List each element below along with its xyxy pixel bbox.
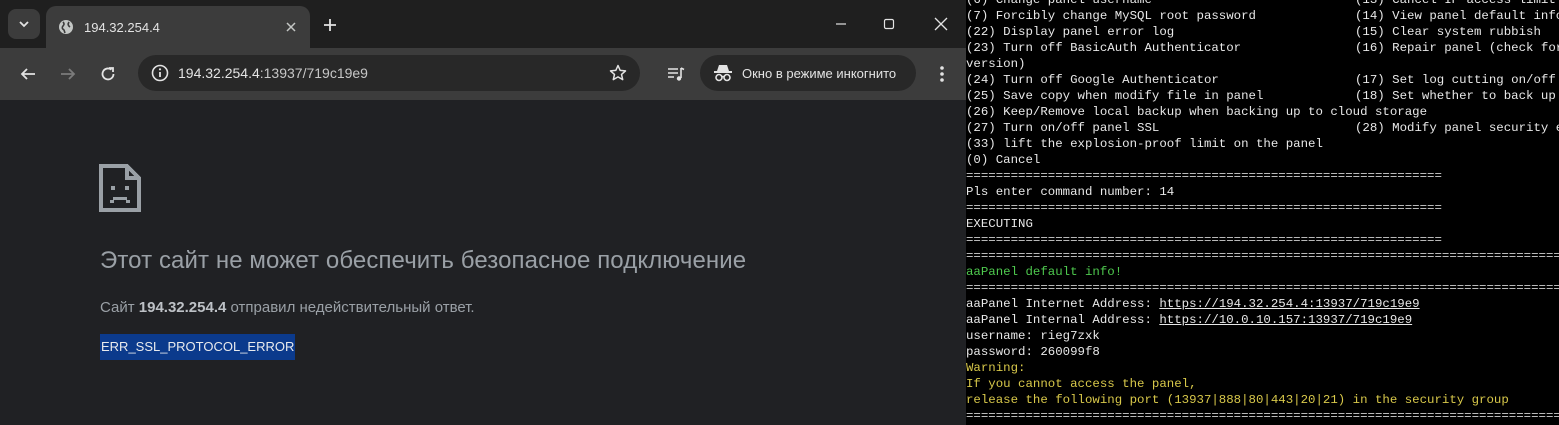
address-url: 194.32.254.4:13937/719c19e9 bbox=[178, 65, 640, 81]
address-bar[interactable]: 194.32.254.4:13937/719c19e9 bbox=[138, 55, 640, 91]
error-desc-prefix: Сайт bbox=[100, 299, 139, 316]
terminal-menu-row: (33) lift the explosion-proof limit on t… bbox=[966, 136, 1323, 152]
forward-button[interactable] bbox=[52, 58, 84, 90]
menu-option-left: (24) Turn off Google Authenticator bbox=[966, 73, 1219, 87]
menu-option-left: (6) Change panel username bbox=[966, 0, 1152, 7]
terminal-internal-address: aaPanel Internal Address: https://10.0.1… bbox=[966, 312, 1412, 328]
tab-close-icon[interactable] bbox=[282, 18, 300, 36]
browser-menu-button[interactable] bbox=[926, 58, 958, 90]
menu-option-right: (14) View panel default info bbox=[1355, 9, 1559, 23]
menu-option-right: (16) Repair panel (check for errors and … bbox=[1355, 41, 1559, 55]
terminal-menu-row: (24) Turn off Google Authenticator (17) S… bbox=[966, 72, 1556, 88]
broken-page-icon bbox=[99, 164, 143, 214]
star-icon[interactable] bbox=[606, 61, 630, 85]
terminal-separator: ========================================… bbox=[966, 409, 1559, 423]
tab-active[interactable]: 194.32.254.4 bbox=[46, 6, 310, 48]
terminal-username: username: rieg7zxk bbox=[966, 329, 1100, 343]
tab-search-button[interactable] bbox=[8, 9, 40, 39]
site-info-icon[interactable] bbox=[148, 61, 172, 85]
terminal-warning: Warning: bbox=[966, 361, 1026, 375]
terminal-warning-line-2: release the following port (13937|888|80… bbox=[966, 393, 1509, 407]
incognito-label: Окно в режиме инкогнито bbox=[742, 65, 897, 81]
terminal-internet-address: aaPanel Internet Address: https://194.32… bbox=[966, 296, 1420, 312]
incognito-icon bbox=[712, 62, 734, 84]
tab-strip: 194.32.254.4 bbox=[0, 0, 968, 48]
minimize-icon bbox=[836, 23, 846, 25]
chevron-down-icon bbox=[19, 21, 29, 28]
terminal-separator: ========================================… bbox=[966, 249, 1559, 263]
menu-option-left: (7) Forcibly change MySQL root password bbox=[966, 9, 1256, 23]
internet-address-label: aaPanel Internet Address: bbox=[966, 297, 1160, 311]
terminal-menu-row: (7) Forcibly change MySQL root password (… bbox=[966, 8, 1559, 24]
menu-option-right: (17) Set log cutting on/off compression bbox=[1355, 73, 1556, 87]
terminal-menu-row: version) bbox=[966, 56, 1026, 72]
incognito-indicator[interactable]: Окно в режиме инкогнито bbox=[700, 55, 916, 91]
close-window-button[interactable] bbox=[918, 8, 964, 40]
maximize-icon bbox=[883, 18, 895, 30]
internet-address-link[interactable]: https://194.32.254.4:13937/719c19e9 bbox=[1159, 297, 1419, 311]
terminal-menu-row: (25) Save copy when modify file in panel… bbox=[966, 88, 1556, 104]
media-controls-button[interactable] bbox=[660, 58, 692, 90]
arrow-right-icon bbox=[61, 68, 76, 80]
terminal-menu-row: (22) Display panel error log (15) Clear s… bbox=[966, 24, 1541, 40]
internal-address-link[interactable]: https://10.0.10.157:13937/719c19e9 bbox=[1159, 313, 1412, 327]
terminal-default-info: aaPanel default info! bbox=[966, 265, 1123, 279]
menu-option-right: (18) Set whether to back up the panel au… bbox=[1355, 89, 1556, 103]
menu-option-left: (25) Save copy when modify file in panel bbox=[966, 89, 1264, 103]
terminal-window[interactable]: (6) Change panel username (13) Cancel IP … bbox=[966, 0, 1559, 425]
kebab-menu-icon bbox=[940, 66, 944, 82]
menu-option-left: (27) Turn on/off panel SSL bbox=[966, 121, 1160, 135]
error-description: Сайт 194.32.254.4 отправил недействитель… bbox=[100, 299, 475, 316]
error-desc-suffix: отправил недействительный ответ. bbox=[226, 299, 475, 316]
terminal-separator: ========================================… bbox=[966, 281, 1559, 295]
terminal-separator: ========================================… bbox=[966, 233, 1442, 247]
terminal-menu-row: (26) Keep/Remove local backup when backi… bbox=[966, 104, 1427, 120]
back-button[interactable] bbox=[12, 58, 44, 90]
terminal-menu-row: (23) Turn off BasicAuth Authenticator (16… bbox=[966, 40, 1559, 56]
maximize-button[interactable] bbox=[866, 8, 912, 40]
terminal-separator: ========================================… bbox=[966, 201, 1442, 215]
playlist-music-icon bbox=[668, 67, 685, 81]
terminal-warning-line-1: If you cannot access the panel, bbox=[966, 377, 1197, 391]
error-code[interactable]: ERR_SSL_PROTOCOL_ERROR bbox=[100, 334, 296, 360]
reload-button[interactable] bbox=[92, 58, 124, 90]
terminal-separator: ========================================… bbox=[966, 169, 1442, 183]
tab-title: 194.32.254.4 bbox=[84, 19, 160, 35]
plus-icon bbox=[324, 19, 336, 31]
error-heading: Этот сайт не может обеспечить безопасное… bbox=[100, 247, 747, 274]
menu-option-left: (23) Turn off BasicAuth Authenticator bbox=[966, 41, 1242, 55]
reload-icon bbox=[101, 67, 115, 81]
menu-option-left: version) bbox=[966, 57, 1026, 71]
new-tab-button[interactable] bbox=[316, 12, 344, 38]
terminal-menu-row: (27) Turn on/off panel SSL (28) Modify pa… bbox=[966, 120, 1559, 136]
menu-option-left: (22) Display panel error log bbox=[966, 25, 1175, 39]
browser-window: 194.32.254.4 194.32.254.4:13937/719c19e9… bbox=[0, 0, 968, 425]
menu-option-right: (28) Modify panel security entrance bbox=[1355, 121, 1559, 135]
address-path: :13937/719c19e9 bbox=[259, 65, 368, 81]
terminal-executing: EXECUTING bbox=[966, 217, 1033, 231]
terminal-prompt: Pls enter command number: 14 bbox=[966, 185, 1175, 199]
menu-option-left: (0) Cancel bbox=[966, 153, 1041, 167]
error-page: Этот сайт не может обеспечить безопасное… bbox=[0, 100, 968, 425]
terminal-menu-row: (6) Change panel username (13) Cancel IP … bbox=[966, 0, 1556, 8]
close-icon bbox=[934, 17, 948, 31]
globe-icon bbox=[58, 19, 74, 35]
error-desc-host: 194.32.254.4 bbox=[138, 299, 227, 316]
terminal-menu-row: (0) Cancel bbox=[966, 152, 1040, 168]
terminal-password: password: 260099f8 bbox=[966, 345, 1100, 359]
menu-option-right: (13) Cancel IP access limit bbox=[1355, 0, 1556, 7]
browser-toolbar: 194.32.254.4:13937/719c19e9 Окно в режим… bbox=[0, 48, 968, 100]
address-host: 194.32.254.4 bbox=[178, 65, 260, 81]
minimize-button[interactable] bbox=[818, 8, 864, 40]
menu-option-left: (26) Keep/Remove local backup when backi… bbox=[966, 105, 1428, 119]
arrow-left-icon bbox=[20, 68, 35, 80]
menu-option-right: (15) Clear system rubbish bbox=[1355, 25, 1541, 39]
internal-address-label: aaPanel Internal Address: bbox=[966, 313, 1160, 327]
menu-option-left: (33) lift the explosion-proof limit on t… bbox=[966, 137, 1323, 151]
